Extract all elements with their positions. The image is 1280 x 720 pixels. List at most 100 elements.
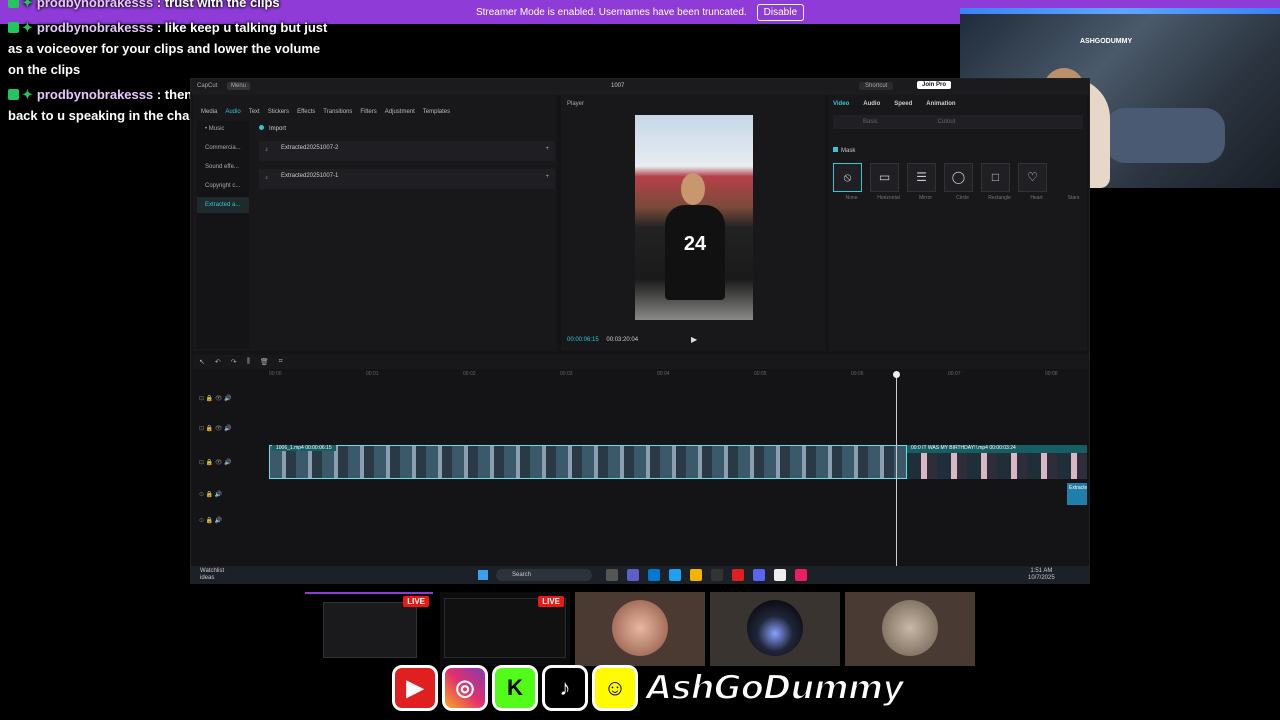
tab-stickers[interactable]: Stickers bbox=[268, 109, 289, 115]
tab-transitions[interactable]: Transitions bbox=[323, 109, 352, 115]
app-icon[interactable] bbox=[648, 569, 660, 581]
tab-effects[interactable]: Effects bbox=[297, 109, 315, 115]
tab-video[interactable]: Video bbox=[833, 101, 849, 107]
app-icon[interactable] bbox=[690, 569, 702, 581]
ruler-tick: 00:00 bbox=[269, 371, 282, 377]
audio-asset[interactable]: ♪ Extracted20251007-1 + bbox=[259, 169, 555, 189]
ruler-tick: 00:06 bbox=[851, 371, 864, 377]
photo-thumbnail bbox=[845, 592, 975, 666]
app-icon[interactable] bbox=[606, 569, 618, 581]
playhead[interactable] bbox=[893, 371, 900, 573]
audio-sidebar: • Music Commercia... Sound effe... Copyr… bbox=[197, 121, 249, 349]
sidebar-item-sound-effects[interactable]: Sound effe... bbox=[197, 159, 249, 175]
audio-asset[interactable]: ♪ Extracted20251007-2 + bbox=[259, 141, 555, 161]
clip-label: 00:0 IT WAS MY BIRTHDAY!!.mp4 00:00:03:2… bbox=[911, 445, 1016, 451]
ruler-tick: 00:07 bbox=[948, 371, 961, 377]
current-time: 00:00:06:15 bbox=[567, 337, 599, 343]
mask-none-icon[interactable]: ⦸ bbox=[833, 163, 862, 192]
player-label: Player bbox=[567, 101, 585, 107]
menu-button[interactable]: Menu bbox=[227, 82, 251, 90]
tab-media[interactable]: Media bbox=[201, 109, 217, 115]
redo-icon[interactable]: ↷ bbox=[231, 358, 237, 366]
track-controls[interactable]: ⊡ 🔒 👁 🔊 bbox=[199, 459, 232, 466]
app-icon[interactable] bbox=[669, 569, 681, 581]
tab-templates[interactable]: Templates bbox=[423, 109, 450, 115]
mask-rectangle-icon[interactable]: □ bbox=[981, 163, 1010, 192]
subtab-basic[interactable]: Basic bbox=[863, 119, 878, 125]
taskbar-search[interactable]: Search bbox=[496, 569, 592, 581]
asset-name: Extracted20251007-1 bbox=[281, 173, 339, 179]
app-icon[interactable] bbox=[732, 569, 744, 581]
select-tool-icon[interactable]: ↖ bbox=[199, 358, 205, 366]
live-badge: LIVE bbox=[538, 596, 564, 607]
webcam-flag-text: ASHGODUMMY bbox=[1080, 38, 1133, 45]
shortcut-button[interactable]: Shortcut bbox=[859, 82, 894, 90]
tab-text[interactable]: Text bbox=[249, 109, 260, 115]
tab-audio-props[interactable]: Audio bbox=[863, 101, 880, 107]
app-icon[interactable] bbox=[795, 569, 807, 581]
sidebar-item-copyright[interactable]: Copyright c... bbox=[197, 178, 249, 194]
weather-widget[interactable]: Watchlist ideas bbox=[200, 568, 224, 582]
inspector-panel: Video Audio Speed Animation Basic Cutout… bbox=[829, 95, 1087, 351]
track-controls[interactable]: ⊙ 🔒 🔊 bbox=[199, 517, 222, 524]
crop-icon[interactable]: ⌗ bbox=[279, 358, 283, 366]
timecode: 00:00:06:15 00:03:20:04 bbox=[567, 337, 638, 343]
delete-icon[interactable]: 🗑 bbox=[260, 358, 269, 366]
video-clip-birthday[interactable]: 00:0 IT WAS MY BIRTHDAY!!.mp4 00:00:03:2… bbox=[907, 445, 1087, 479]
add-icon[interactable]: + bbox=[545, 174, 549, 180]
app-icon[interactable] bbox=[711, 569, 723, 581]
tab-filters[interactable]: Filters bbox=[360, 109, 376, 115]
inspector-subtabs: Basic Cutout bbox=[833, 115, 1083, 129]
mask-heart-icon[interactable]: ♡ bbox=[1018, 163, 1047, 192]
timeline-panel: ↖ ↶ ↷ ⫼ 🗑 ⌗ 00:00 00:01 00:02 00:03 00:0… bbox=[193, 355, 1089, 582]
taskbar-clock[interactable]: 1:51 AM 10/7/2025 bbox=[1028, 568, 1055, 582]
tab-speed[interactable]: Speed bbox=[894, 101, 912, 107]
sparkle-icon: ✦ bbox=[22, 87, 33, 102]
track-controls[interactable]: ⊡ 🔒 👁 🔊 bbox=[199, 425, 232, 432]
sidebar-item-music[interactable]: • Music bbox=[197, 121, 249, 137]
track-controls[interactable]: ⊙ 🔒 🔊 bbox=[199, 491, 222, 498]
ruler-tick: 00:03 bbox=[560, 371, 573, 377]
live-badge: LIVE bbox=[403, 596, 429, 607]
sidebar-item-extracted[interactable]: Extracted a... bbox=[197, 197, 249, 213]
kick-badge-icon bbox=[8, 0, 19, 8]
chat-message: ✦ prodbynobrakesss : trust with the clips bbox=[8, 0, 328, 13]
mask-horizontal-icon[interactable]: ▭ bbox=[870, 163, 899, 192]
chat-username: prodbynobrakesss bbox=[36, 87, 154, 102]
capcut-window: CapCut Menu 1007 Shortcut Join Pro Media… bbox=[190, 78, 1090, 583]
music-note-icon: ♪ bbox=[265, 147, 268, 153]
pillow bbox=[1105, 108, 1225, 163]
add-icon[interactable]: + bbox=[545, 146, 549, 152]
video-clip-main[interactable]: 1006_1.mp4 00:00:06:15 bbox=[269, 445, 907, 479]
undo-icon[interactable]: ↶ bbox=[215, 358, 221, 366]
import-button[interactable]: Import bbox=[259, 125, 286, 132]
app-icon[interactable] bbox=[627, 569, 639, 581]
play-icon[interactable]: ▶ bbox=[691, 335, 697, 344]
mask-circle-icon[interactable]: ◯ bbox=[944, 163, 973, 192]
join-pro-button[interactable]: Join Pro bbox=[917, 81, 952, 89]
widget-line: ideas bbox=[200, 575, 215, 581]
clock-date: 10/7/2025 bbox=[1028, 575, 1055, 581]
thumb-screen bbox=[444, 598, 566, 658]
mask-mirror-icon[interactable]: ☰ bbox=[907, 163, 936, 192]
split-icon[interactable]: ⫼ bbox=[247, 358, 250, 366]
ruler-tick: 00:05 bbox=[754, 371, 767, 377]
tab-animation[interactable]: Animation bbox=[926, 101, 955, 107]
inspector-tabs: Video Audio Speed Animation bbox=[829, 95, 1087, 113]
video-preview[interactable]: 24 bbox=[635, 115, 753, 320]
windows-start-icon[interactable] bbox=[478, 570, 488, 580]
audio-clip[interactable]: Extracte bbox=[1067, 483, 1087, 505]
progress-bar bbox=[305, 592, 433, 594]
app-icon[interactable] bbox=[753, 569, 765, 581]
kick-badge-icon bbox=[8, 22, 19, 33]
asset-name: Extracted20251007-2 bbox=[281, 145, 339, 151]
sidebar-item-commercial[interactable]: Commercia... bbox=[197, 140, 249, 156]
tab-adjustment[interactable]: Adjustment bbox=[385, 109, 415, 115]
disable-button[interactable]: Disable bbox=[756, 3, 805, 21]
windows-taskbar: Watchlist ideas Search 1:51 AM 10/7/2025 bbox=[190, 566, 1090, 584]
chat-username: prodbynobrakesss bbox=[36, 20, 154, 35]
track-controls[interactable]: ⊡ 🔒 👁 🔊 bbox=[199, 395, 232, 402]
app-icon[interactable] bbox=[774, 569, 786, 581]
subtab-cutout[interactable]: Cutout bbox=[938, 119, 956, 125]
tab-audio[interactable]: Audio bbox=[225, 109, 240, 115]
